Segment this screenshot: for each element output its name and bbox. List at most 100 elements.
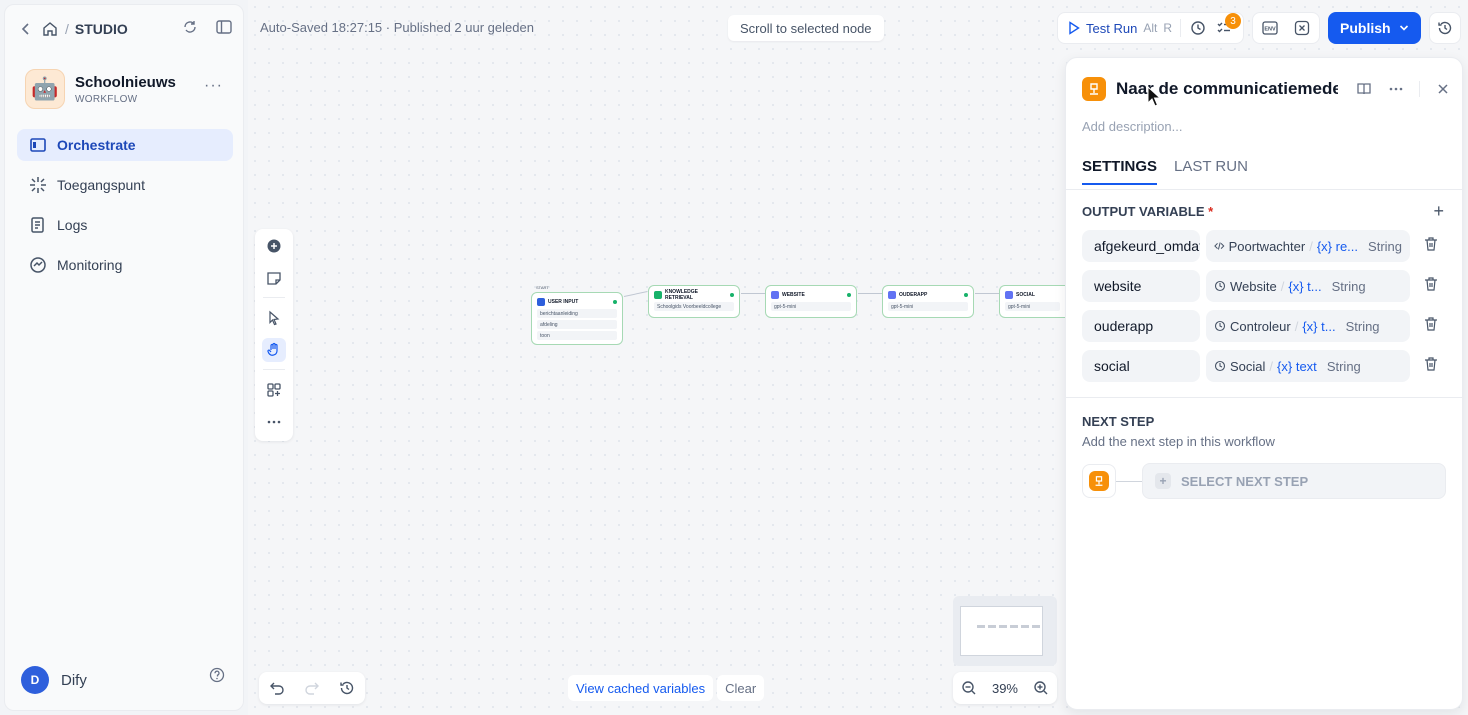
zoom-level[interactable]: 39% xyxy=(992,681,1018,696)
trash-icon[interactable] xyxy=(1424,316,1438,337)
minimap-viewport[interactable] xyxy=(960,606,1043,656)
chevron-down-icon xyxy=(1399,25,1408,31)
env-group: ENV xyxy=(1252,12,1320,44)
node-settings-panel: Naar de communicatiemedewerker Add descr… xyxy=(1065,57,1463,710)
redo-icon[interactable] xyxy=(303,679,321,697)
collapse-sidebar-icon[interactable] xyxy=(215,18,233,36)
trash-icon[interactable] xyxy=(1424,236,1438,257)
zoom-in-icon[interactable] xyxy=(1032,679,1050,697)
undo-icon[interactable] xyxy=(268,679,286,697)
avatar: D xyxy=(21,666,49,694)
success-dot xyxy=(964,293,968,297)
llm-icon xyxy=(771,291,779,299)
llm-icon xyxy=(1214,320,1226,332)
test-run-button[interactable]: Test Run Alt R xyxy=(1068,21,1172,36)
plus-icon: + xyxy=(1155,473,1171,489)
select-next-step-button[interactable]: + SELECT NEXT STEP xyxy=(1142,463,1446,499)
publish-button[interactable]: Publish xyxy=(1328,12,1421,44)
mouse-cursor-icon xyxy=(1147,86,1161,107)
test-run-label: Test Run xyxy=(1086,20,1138,36)
user-menu[interactable]: D Dify xyxy=(21,666,87,694)
node-var-row: berichtaanleiding xyxy=(537,309,617,318)
node-title: OUDERAPP xyxy=(899,292,928,298)
orchestrate-icon xyxy=(30,138,46,152)
close-icon[interactable] xyxy=(1434,80,1452,98)
sidebar-item-label: Monitoring xyxy=(57,257,123,273)
output-name-input[interactable]: afgekeurd_omdat xyxy=(1082,230,1200,262)
description-field[interactable]: Add description... xyxy=(1082,119,1182,134)
shortcut-alt: Alt xyxy=(1143,21,1158,35)
view-cached-variables-button[interactable]: View cached variables xyxy=(568,675,714,701)
output-value-selector[interactable]: Controleur / {x} t... String xyxy=(1206,310,1410,342)
scroll-to-node-button[interactable]: Scroll to selected node xyxy=(728,15,884,41)
node-user-input[interactable]: USER INPUT berichtaanleiding afdeling to… xyxy=(531,292,623,345)
env-icon[interactable]: ENV xyxy=(1261,19,1279,37)
end-node-icon xyxy=(1082,77,1106,101)
output-value-selector[interactable]: Social / {x} text String xyxy=(1206,350,1410,382)
sidebar-item-monitoring[interactable]: Monitoring xyxy=(17,249,233,281)
checklist-icon[interactable]: 3 xyxy=(1215,13,1241,37)
app-more-icon[interactable]: ··· xyxy=(204,77,223,95)
node-var-row: afdeling xyxy=(537,320,617,329)
zoom-controls: 39% xyxy=(953,672,1057,704)
variable-icon[interactable] xyxy=(1293,19,1311,37)
output-row: social Social / {x} text String xyxy=(1082,350,1456,382)
minimap-nodes xyxy=(977,625,1040,628)
organize-blocks-icon[interactable] xyxy=(262,378,286,402)
next-step-subtitle: Add the next step in this workflow xyxy=(1082,434,1275,449)
help-book-icon[interactable] xyxy=(1355,80,1373,98)
node-knowledge-retrieval[interactable]: KNOWLEDGE RETRIEVAL Schoolgids Voorbeeld… xyxy=(648,285,740,318)
success-dot xyxy=(613,300,617,304)
switch-app-icon[interactable] xyxy=(181,18,199,36)
add-note-icon[interactable] xyxy=(262,266,286,290)
version-history-button[interactable] xyxy=(1428,12,1461,44)
tab-last-run[interactable]: LAST RUN xyxy=(1174,158,1248,185)
more-options-icon[interactable] xyxy=(1387,80,1405,98)
output-name-input[interactable]: social xyxy=(1082,350,1200,382)
node-social[interactable]: SOCIAL gpt-5-mini xyxy=(999,285,1065,318)
trash-icon[interactable] xyxy=(1424,356,1438,377)
sidebar-item-label: Logs xyxy=(57,217,88,233)
monitoring-icon xyxy=(30,257,46,273)
output-name-input[interactable]: website xyxy=(1082,270,1200,302)
cache-bar: View cached variables Clear xyxy=(568,675,765,701)
sidebar-item-toegangspunt[interactable]: Toegangspunt xyxy=(17,169,233,201)
node-title: USER INPUT xyxy=(548,299,579,305)
home-icon[interactable] xyxy=(41,20,59,38)
output-value-selector[interactable]: Poortwachter / {x} re... String xyxy=(1206,230,1410,262)
minimap[interactable] xyxy=(953,596,1057,666)
node-title: WEBSITE xyxy=(782,292,805,298)
node-ouderapp[interactable]: OUDERAPP gpt-5-mini xyxy=(882,285,974,318)
output-value-selector[interactable]: Website / {x} t... String xyxy=(1206,270,1410,302)
hand-icon[interactable] xyxy=(262,338,286,362)
llm-icon xyxy=(888,291,896,299)
node-website[interactable]: WEBSITE gpt-5-mini xyxy=(765,285,857,318)
tab-settings[interactable]: SETTINGS xyxy=(1082,158,1158,185)
sidebar-item-label: Toegangspunt xyxy=(57,177,145,193)
history-icon xyxy=(1437,21,1451,35)
clear-cache-button[interactable]: Clear xyxy=(717,675,765,701)
sidebar-item-label: Orchestrate xyxy=(57,137,136,153)
sidebar-item-logs[interactable]: Logs xyxy=(17,209,233,241)
trash-icon[interactable] xyxy=(1424,276,1438,297)
svg-text:ENV: ENV xyxy=(1264,27,1276,33)
more-icon[interactable] xyxy=(262,410,286,434)
zoom-out-icon[interactable] xyxy=(960,679,978,697)
access-point-icon xyxy=(30,177,46,193)
user-name: Dify xyxy=(61,671,87,689)
pointer-icon[interactable] xyxy=(262,306,286,330)
add-node-icon[interactable] xyxy=(262,234,286,258)
output-row: afgekeurd_omdat Poortwachter / {x} re... St… xyxy=(1082,230,1456,262)
chevron-left-icon[interactable] xyxy=(17,20,35,38)
change-history-icon[interactable] xyxy=(338,679,356,697)
node-model-row: gpt-5-mini xyxy=(771,302,851,311)
panel-tabs: SETTINGS LAST RUN xyxy=(1082,158,1248,185)
sidebar-item-orchestrate[interactable]: Orchestrate xyxy=(17,129,233,161)
breadcrumb-studio[interactable]: STUDIO xyxy=(75,21,128,37)
add-output-icon[interactable]: + xyxy=(1433,201,1444,222)
run-history-icon[interactable] xyxy=(1189,19,1207,37)
output-name-input[interactable]: ouderapp xyxy=(1082,310,1200,342)
help-icon[interactable] xyxy=(209,667,225,688)
sidebar: / STUDIO 🤖 Schoolnieuws WORKFLOW ··· Orc… xyxy=(4,4,244,711)
play-icon xyxy=(1069,21,1080,35)
